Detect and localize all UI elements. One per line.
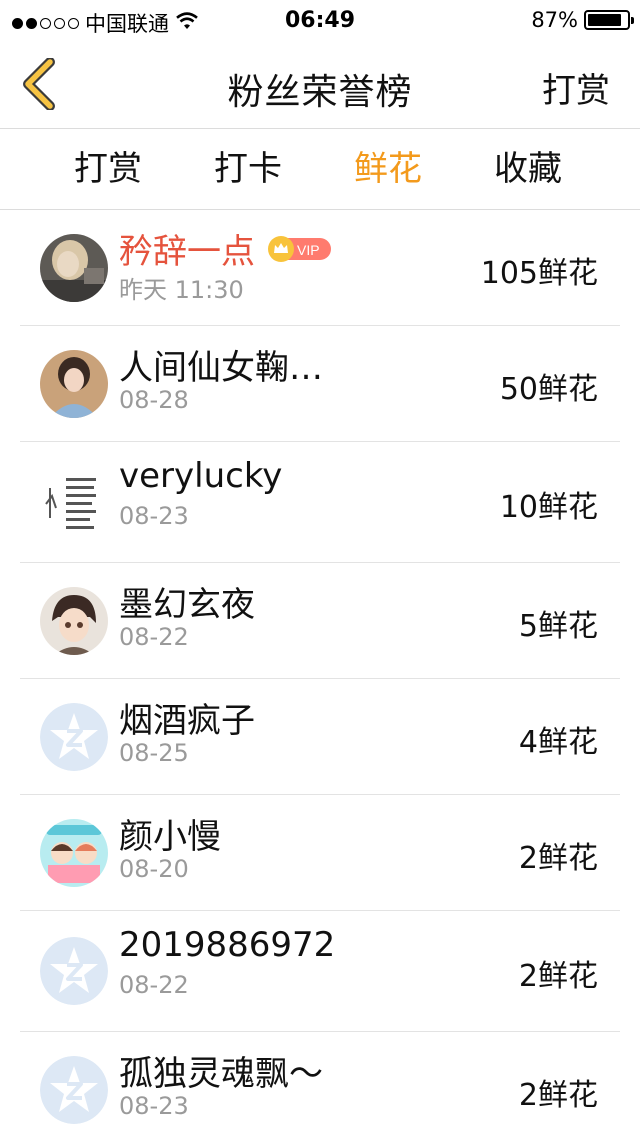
- fan-name: 孤独灵魂飘～: [119, 1054, 323, 1094]
- tab-bar: 打赏 打卡 鲜花 收藏: [0, 129, 640, 210]
- name-group: 人间仙女鞠…: [119, 340, 323, 389]
- battery-percent: 87%: [531, 8, 578, 32]
- vip-badge: VIP: [267, 235, 333, 263]
- flower-count: 50鲜花: [499, 371, 598, 407]
- fan-name: 矜辞一点: [119, 232, 255, 272]
- flower-count: 2鲜花: [518, 840, 598, 876]
- flower-count: 105鲜花: [480, 255, 598, 291]
- flower-count: 2鲜花: [518, 959, 598, 994]
- avatar[interactable]: [40, 818, 108, 887]
- list-item[interactable]: 颜小慢 08-20 2鲜花: [20, 795, 620, 911]
- fan-date: 昨天 11:30: [119, 276, 244, 304]
- reward-button[interactable]: 打赏: [542, 63, 610, 112]
- fan-date: 08-22: [119, 623, 189, 651]
- name-group: 孤独灵魂飘～: [119, 1046, 323, 1095]
- fan-date: 08-22: [119, 971, 189, 999]
- status-right: 87%: [531, 8, 634, 32]
- nav-bar: 粉丝荣誉榜 打赏: [0, 40, 640, 129]
- name-group: verylucky: [119, 456, 282, 496]
- name-group: 矜辞一点 VIP: [119, 224, 333, 273]
- vip-text: VIP: [297, 242, 320, 258]
- list-item[interactable]: 烟酒疯子 08-25 4鲜花: [20, 679, 620, 795]
- name-group: 2019886972: [119, 925, 335, 965]
- fan-name: verylucky: [119, 456, 283, 496]
- fan-name: 2019886972: [119, 925, 336, 965]
- fan-name: 人间仙女鞠…: [119, 348, 323, 388]
- battery-cap: [631, 17, 634, 24]
- default-avatar-icon[interactable]: [40, 1055, 108, 1124]
- fan-date: 08-23: [119, 502, 189, 530]
- flower-count: 5鲜花: [518, 608, 598, 644]
- battery-icon: [584, 10, 634, 30]
- fan-date: 08-20: [119, 855, 189, 883]
- fan-date: 08-28: [119, 386, 189, 414]
- fan-date: 08-25: [119, 739, 189, 767]
- tab-flowers[interactable]: 鲜花: [318, 129, 458, 209]
- name-group: 烟酒疯子: [119, 693, 255, 742]
- list-item[interactable]: verylucky 08-23 10鲜花: [20, 442, 620, 563]
- flower-count: 10鲜花: [499, 490, 598, 525]
- avatar[interactable]: [40, 349, 108, 418]
- tab-favorites[interactable]: 收藏: [458, 129, 598, 209]
- tab-reward[interactable]: 打赏: [38, 129, 178, 209]
- name-group: 颜小慢: [119, 809, 221, 858]
- list-item[interactable]: 人间仙女鞠… 08-28 50鲜花: [20, 326, 620, 442]
- avatar[interactable]: [40, 468, 108, 536]
- default-avatar-icon[interactable]: [40, 937, 108, 1005]
- battery-level: [588, 14, 621, 26]
- fan-name: 墨幻玄夜: [119, 585, 255, 625]
- list-item[interactable]: 矜辞一点 VIP 昨天 11:30 105鲜花: [20, 210, 620, 326]
- flower-count: 2鲜花: [518, 1077, 598, 1113]
- avatar[interactable]: [40, 233, 108, 302]
- avatar[interactable]: [40, 586, 108, 655]
- flower-count: 4鲜花: [518, 724, 598, 760]
- list-item[interactable]: 2019886972 08-22 2鲜花: [20, 911, 620, 1032]
- list-item[interactable]: 墨幻玄夜 08-22 5鲜花: [20, 563, 620, 679]
- fan-name: 烟酒疯子: [119, 701, 255, 741]
- list-item[interactable]: 孤独灵魂飘～ 08-23 2鲜花: [20, 1032, 620, 1147]
- fan-list: 矜辞一点 VIP 昨天 11:30 105鲜花 人间仙女鞠… 08-28 50鲜…: [20, 210, 620, 1147]
- status-bar: 中国联通 06:49 87%: [0, 0, 640, 40]
- name-group: 墨幻玄夜: [119, 577, 255, 626]
- default-avatar-icon[interactable]: [40, 702, 108, 771]
- fan-name: 颜小慢: [119, 817, 221, 857]
- fan-date: 08-23: [119, 1092, 189, 1120]
- tab-checkin[interactable]: 打卡: [178, 129, 318, 209]
